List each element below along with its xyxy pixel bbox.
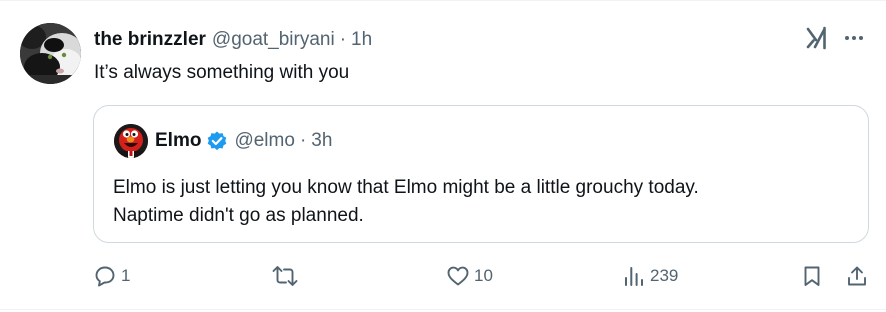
- top-divider: [0, 0, 886, 1]
- retweet-icon: [272, 266, 298, 286]
- like-button[interactable]: 10: [446, 263, 493, 289]
- separator-dot: ·: [299, 130, 307, 151]
- quoted-tweet-card[interactable]: Elmo @elmo · 3h Elmo is just letting you…: [93, 105, 869, 243]
- tweet-timestamp[interactable]: 1h: [351, 28, 372, 52]
- verified-badge-icon: [206, 130, 228, 152]
- user-handle[interactable]: @goat_biryani: [212, 28, 335, 52]
- cat-avatar-icon: [20, 23, 81, 84]
- elmo-avatar-icon: [114, 124, 148, 158]
- quoted-tweet-text: Elmo is just letting you know that Elmo …: [113, 174, 853, 230]
- bookmark-icon: [804, 266, 820, 286]
- quoted-user-avatar[interactable]: [114, 124, 148, 158]
- quoted-tweet-timestamp[interactable]: 3h: [311, 129, 332, 153]
- share-button[interactable]: [845, 263, 869, 289]
- reply-count: 1: [121, 266, 131, 285]
- user-avatar[interactable]: [20, 23, 81, 84]
- more-options-icon[interactable]: [842, 26, 866, 50]
- quoted-user-handle[interactable]: @elmo: [234, 129, 294, 153]
- reply-icon: [95, 266, 115, 287]
- tweet-text: It’s always something with you: [94, 62, 350, 83]
- bookmark-button[interactable]: [800, 263, 824, 289]
- like-count: 10: [474, 266, 493, 285]
- share-icon: [848, 266, 866, 286]
- retweet-button[interactable]: [272, 263, 302, 289]
- quoted-tweet-header: Elmo @elmo · 3h: [155, 129, 332, 153]
- quoted-display-name[interactable]: Elmo: [155, 129, 201, 153]
- tweet-header: the brinzzler @goat_biryani · 1h: [94, 28, 372, 52]
- display-name[interactable]: the brinzzler: [94, 28, 206, 52]
- analytics-icon: [625, 267, 643, 286]
- quoted-tweet-text-line: Elmo is just letting you know that Elmo …: [113, 177, 699, 198]
- grok-icon[interactable]: [802, 24, 830, 52]
- quoted-tweet-text-line: Naptime didn't go as planned.: [113, 205, 364, 226]
- reply-button[interactable]: 1: [93, 263, 130, 289]
- views-count: 239: [650, 266, 679, 285]
- separator-dot: ·: [339, 29, 347, 50]
- bottom-divider: [0, 309, 886, 310]
- heart-icon: [447, 266, 469, 286]
- views-button[interactable]: 239: [622, 263, 678, 289]
